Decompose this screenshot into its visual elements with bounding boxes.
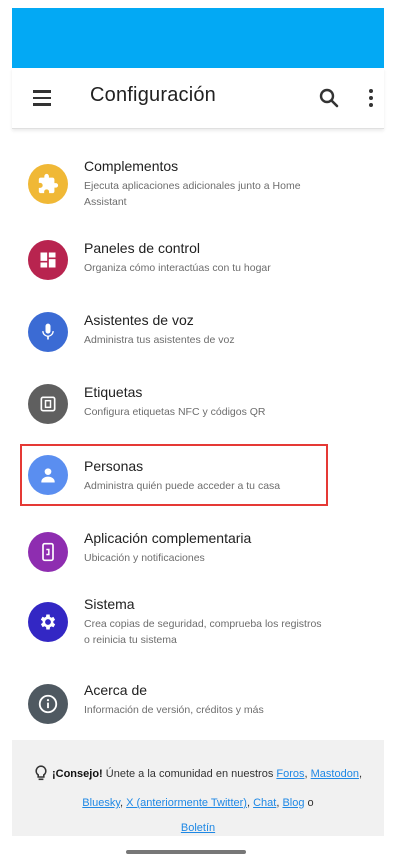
item-subtitle: Administra quién puede acceder a tu casa xyxy=(84,480,281,492)
dashboard-icon xyxy=(28,240,68,280)
item-subtitle: Información de versión, créditos y más xyxy=(84,704,264,716)
lightbulb-icon xyxy=(34,765,48,791)
status-bar xyxy=(12,8,384,68)
info-icon xyxy=(28,684,68,724)
item-title: Sistema xyxy=(84,596,135,612)
item-subtitle: Crea copias de seguridad, comprueba los … xyxy=(84,618,322,646)
link-boletin[interactable]: Boletín xyxy=(181,822,215,834)
page-title: Configuración xyxy=(90,84,217,106)
tip-text: ¡Consejo! Únete a la comunidad en nuestr… xyxy=(20,762,376,841)
item-title: Aplicación complementaria xyxy=(84,530,252,546)
tip-box: ¡Consejo! Únete a la comunidad en nuestr… xyxy=(12,740,384,836)
settings-item-sistema[interactable]: Sistema Crea copias de seguridad, compru… xyxy=(20,590,328,656)
link-x[interactable]: X (anteriormente Twitter) xyxy=(126,797,247,809)
settings-item-acerca-de[interactable]: Acerca de Información de versión, crédit… xyxy=(20,674,328,724)
more-vert-icon[interactable] xyxy=(364,86,378,110)
item-title: Asistentes de voz xyxy=(84,312,194,328)
link-bluesky[interactable]: Bluesky xyxy=(82,797,120,809)
app-bar: Configuración xyxy=(12,68,384,129)
person-icon xyxy=(28,455,68,495)
tip-body: Únete a la comunidad en nuestros xyxy=(102,768,277,780)
separator: o xyxy=(304,797,314,809)
settings-item-asistentes[interactable]: Asistentes de voz Administra tus asisten… xyxy=(20,302,328,352)
item-title: Complementos xyxy=(84,158,179,174)
item-title: Etiquetas xyxy=(84,384,143,400)
link-mastodon[interactable]: Mastodon xyxy=(311,768,359,780)
puzzle-icon xyxy=(28,164,68,204)
item-title: Personas xyxy=(84,458,144,474)
search-icon[interactable] xyxy=(316,85,342,111)
item-subtitle: Administra tus asistentes de voz xyxy=(84,334,235,346)
tip-label: ¡Consejo! xyxy=(51,768,103,780)
cellphone-icon xyxy=(28,532,68,572)
link-chat[interactable]: Chat xyxy=(253,797,276,809)
settings-item-app-complementaria[interactable]: Aplicación complementaria Ubicación y no… xyxy=(20,522,328,572)
settings-item-etiquetas[interactable]: Etiquetas Configura etiquetas NFC y códi… xyxy=(20,374,328,424)
gear-icon xyxy=(28,602,68,642)
settings-item-paneles[interactable]: Paneles de control Organiza cómo interac… xyxy=(20,232,328,282)
separator: , xyxy=(358,768,363,780)
item-subtitle: Configura etiquetas NFC y códigos QR xyxy=(84,406,266,418)
app-screen: Configuración Complementos Ejecuta aplic… xyxy=(12,8,384,856)
item-title: Acerca de xyxy=(84,682,148,698)
item-subtitle: Ubicación y notificaciones xyxy=(84,552,205,564)
microphone-icon xyxy=(28,312,68,352)
item-subtitle: Ejecuta aplicaciones adicionales junto a… xyxy=(84,180,301,208)
home-indicator[interactable] xyxy=(126,850,246,854)
link-foros[interactable]: Foros xyxy=(276,768,304,780)
settings-item-personas[interactable]: Personas Administra quién puede acceder … xyxy=(20,444,328,506)
settings-item-complementos[interactable]: Complementos Ejecuta aplicaciones adicio… xyxy=(20,152,328,212)
hamburger-icon[interactable] xyxy=(30,86,54,110)
link-blog[interactable]: Blog xyxy=(282,797,304,809)
item-subtitle: Organiza cómo interactúas con tu hogar xyxy=(84,262,271,274)
item-title: Paneles de control xyxy=(84,240,200,256)
nfc-tag-icon xyxy=(28,384,68,424)
